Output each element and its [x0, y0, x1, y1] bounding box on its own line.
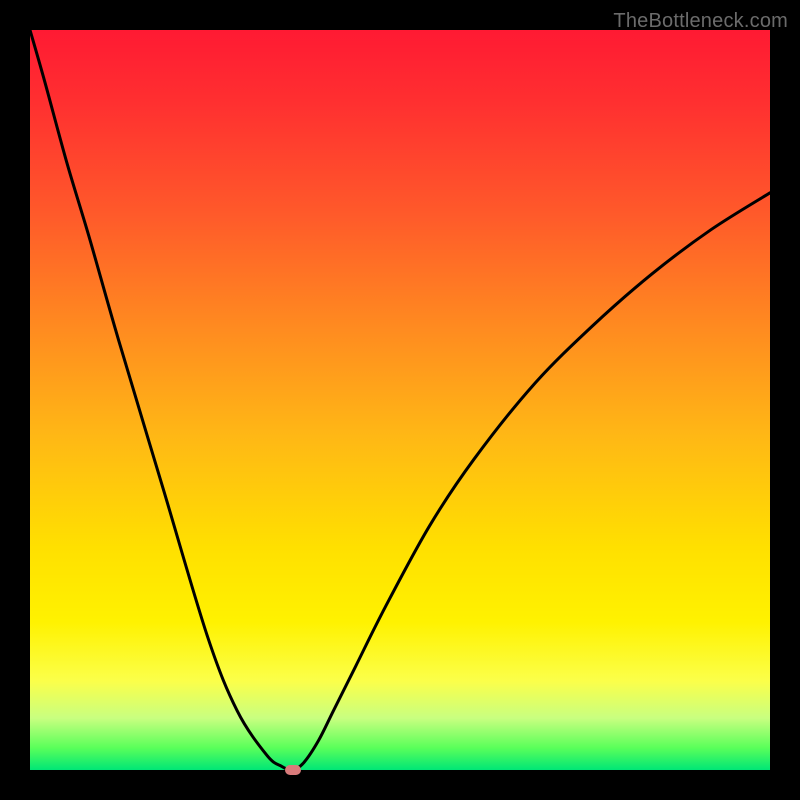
minimum-marker [285, 765, 301, 775]
plot-area [30, 30, 770, 770]
line-chart [30, 30, 770, 770]
curve-path [30, 30, 770, 770]
chart-frame: TheBottleneck.com [0, 0, 800, 800]
